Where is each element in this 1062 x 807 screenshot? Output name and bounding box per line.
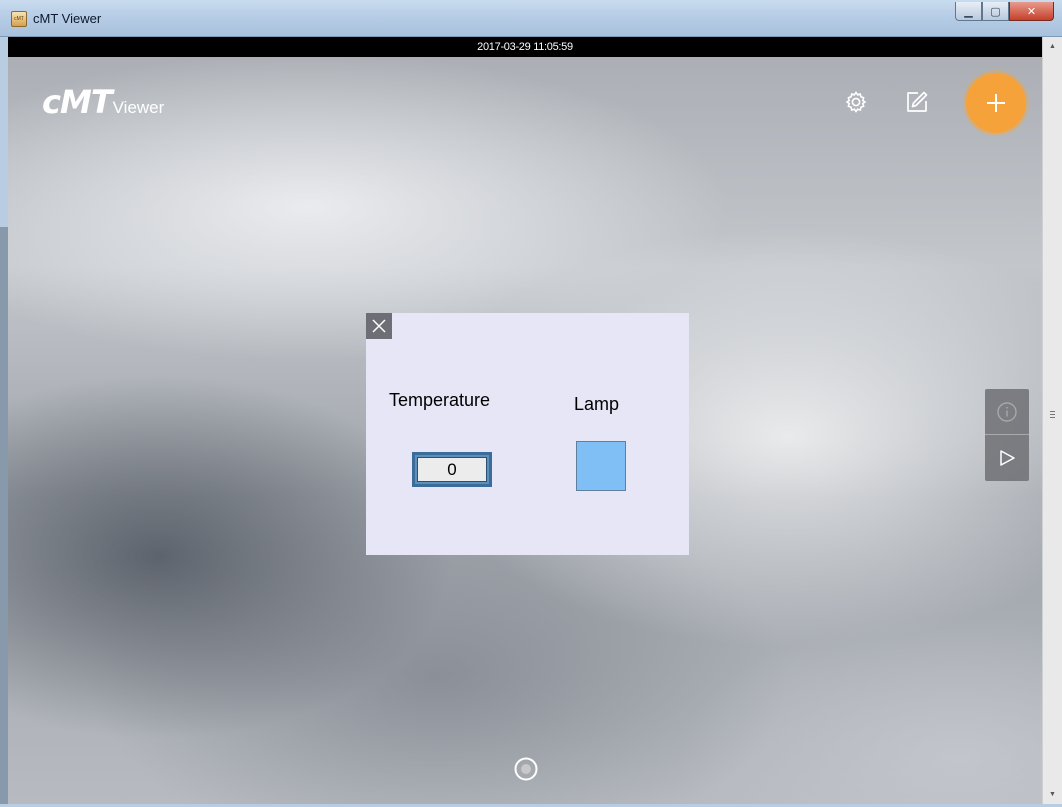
- app-icon: cMT: [11, 11, 27, 27]
- vertical-scrollbar[interactable]: ▲ ▼: [1042, 37, 1062, 804]
- close-icon: [372, 319, 386, 333]
- viewer-canvas: 2017-03-29 11:05:59 cMTViewer Temperatur…: [8, 37, 1042, 804]
- logo-sub-text: Viewer: [112, 98, 165, 117]
- play-button[interactable]: [985, 434, 1029, 480]
- scroll-up-arrow[interactable]: ▲: [1043, 38, 1062, 55]
- window-titlebar[interactable]: cMT cMT Viewer ▁ ▢ ✕: [0, 0, 1062, 37]
- logo-main-text: cMT: [42, 83, 113, 121]
- gear-icon[interactable]: [844, 90, 868, 114]
- info-icon: [997, 401, 1017, 422]
- temperature-label: Temperature: [389, 390, 491, 410]
- plus-icon: [987, 94, 1005, 112]
- home-dot-icon[interactable]: [513, 756, 539, 782]
- datetime-bar: 2017-03-29 11:05:59: [8, 37, 1042, 57]
- cmt-viewer-logo: cMTViewer: [42, 86, 165, 118]
- window-title: cMT Viewer: [33, 11, 102, 26]
- play-icon: [1000, 449, 1015, 466]
- dialog-close-button[interactable]: [366, 313, 392, 339]
- temperature-field[interactable]: 0: [412, 452, 492, 487]
- edit-icon[interactable]: [905, 90, 929, 114]
- window-controls: ▁ ▢ ✕: [955, 2, 1054, 22]
- lamp-label: Lamp: [574, 394, 620, 414]
- lamp-indicator[interactable]: [576, 441, 626, 491]
- maximize-button[interactable]: ▢: [982, 2, 1009, 21]
- info-button[interactable]: [985, 389, 1029, 434]
- temperature-value: 0: [417, 457, 487, 482]
- side-toolbar: [985, 389, 1029, 481]
- add-button[interactable]: [966, 73, 1026, 133]
- window-left-border: [0, 37, 8, 807]
- device-dialog: Temperature Lamp 0: [366, 313, 689, 555]
- scrollbar-grip[interactable]: [1050, 411, 1055, 419]
- close-window-button[interactable]: ✕: [1009, 2, 1054, 21]
- minimize-button[interactable]: ▁: [955, 2, 982, 21]
- scroll-down-arrow[interactable]: ▼: [1043, 786, 1062, 803]
